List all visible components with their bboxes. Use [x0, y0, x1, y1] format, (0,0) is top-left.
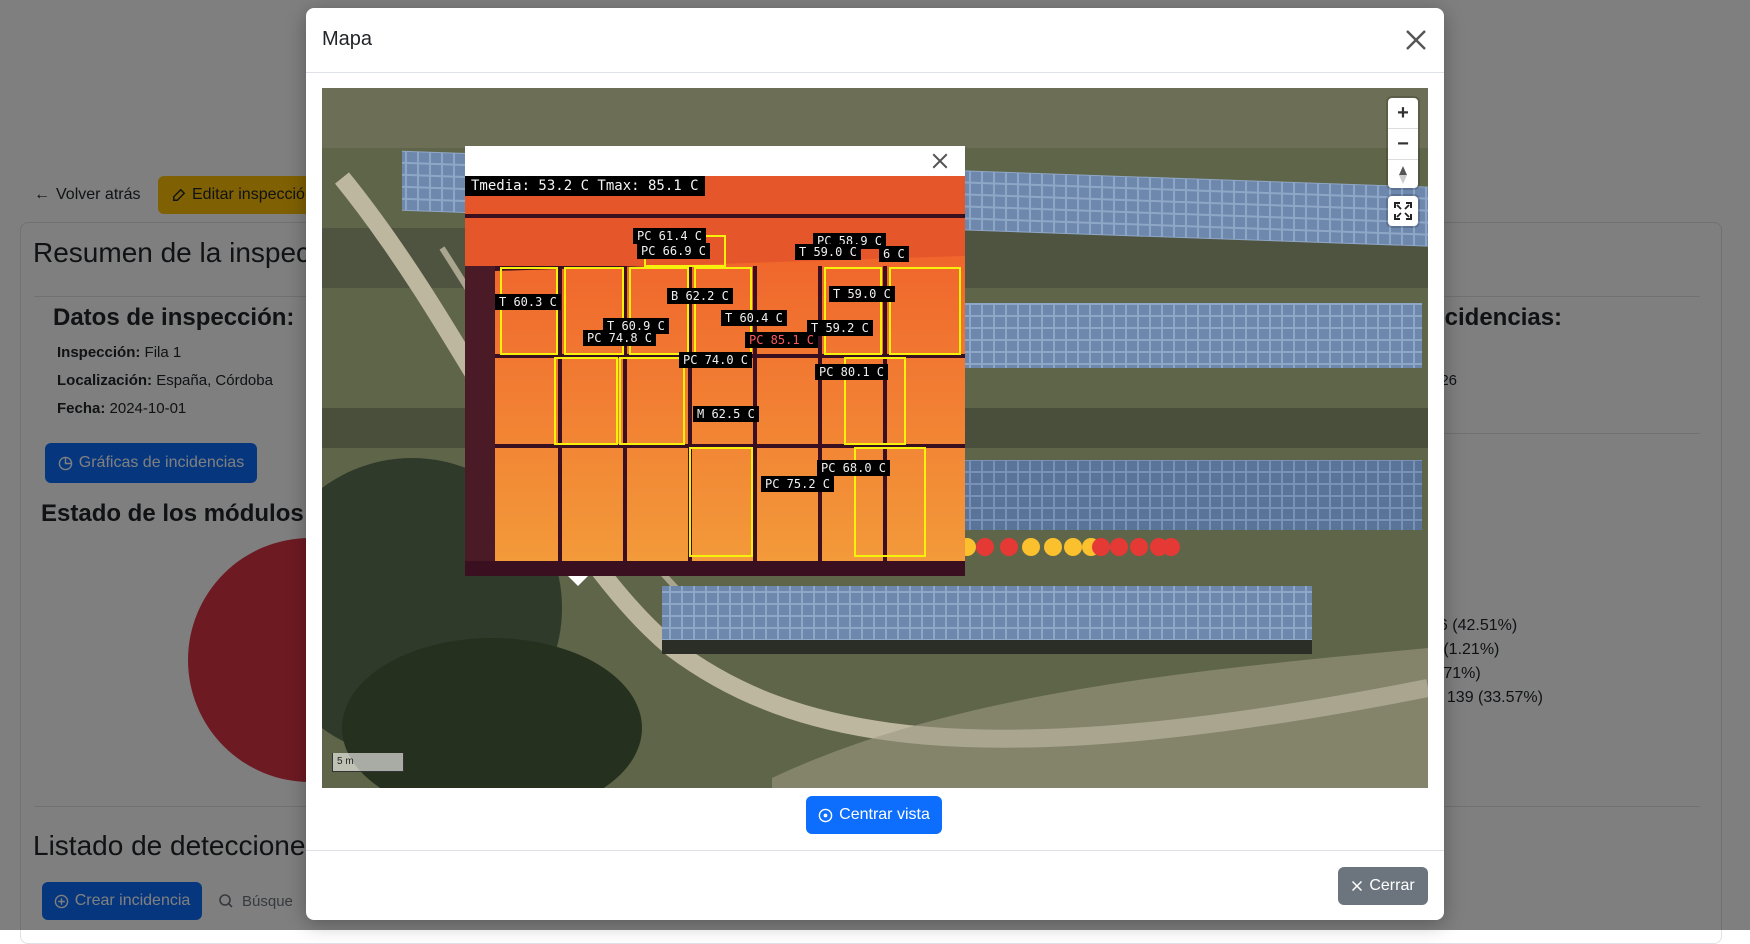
- close-label: Cerrar: [1369, 877, 1415, 894]
- zoom-in-button[interactable]: +: [1388, 98, 1418, 129]
- fullscreen-icon: [1394, 202, 1412, 220]
- map-modal: Mapa Tmedia: 53.2 C Tmax: 85.1 C PC 61.4…: [306, 8, 1444, 920]
- incident-marker[interactable]: [1000, 538, 1018, 556]
- modal-title: Mapa: [322, 28, 373, 50]
- modal-header: Mapa: [306, 8, 1444, 73]
- popup-close-icon[interactable]: [931, 152, 949, 170]
- close-modal-button[interactable]: Cerrar: [1338, 867, 1428, 905]
- compass-reset-button[interactable]: [1388, 160, 1418, 190]
- incident-marker[interactable]: [976, 538, 994, 556]
- incident-marker[interactable]: [1110, 538, 1128, 556]
- thermal-label: 6 C: [879, 246, 909, 262]
- map-view[interactable]: Tmedia: 53.2 C Tmax: 85.1 C PC 61.4 C PC …: [322, 88, 1428, 788]
- thermal-label: PC 68.0 C: [817, 460, 891, 476]
- incident-marker[interactable]: [1130, 538, 1148, 556]
- scale-bar: 5 m: [332, 753, 404, 772]
- thermal-label: T 59.0 C: [795, 244, 861, 260]
- compass-icon: [1399, 166, 1407, 184]
- center-view-button[interactable]: Centrar vista: [806, 796, 942, 834]
- incident-marker[interactable]: [1064, 538, 1082, 556]
- incident-marker[interactable]: [1162, 538, 1180, 556]
- incident-marker[interactable]: [1092, 538, 1110, 556]
- zoom-control: + −: [1388, 98, 1418, 188]
- crosshair-icon: [818, 808, 833, 822]
- thermal-panels: [465, 176, 965, 576]
- close-icon: [1352, 880, 1363, 892]
- thermal-temp-summary: Tmedia: 53.2 C Tmax: 85.1 C: [465, 176, 705, 196]
- thermal-label: PC 80.1 C: [815, 364, 889, 380]
- thermal-popup: Tmedia: 53.2 C Tmax: 85.1 C PC 61.4 C PC …: [465, 146, 965, 576]
- close-icon[interactable]: [1404, 28, 1428, 52]
- center-view-label: Centrar vista: [839, 806, 930, 823]
- thermal-label: T 60.3 C: [495, 294, 561, 310]
- thermal-label: M 62.5 C: [693, 406, 759, 422]
- incident-marker[interactable]: [1044, 538, 1062, 556]
- thermal-label: T 60.4 C: [721, 310, 787, 326]
- thermal-label: PC 75.2 C: [761, 476, 835, 492]
- popup-pointer: [568, 576, 588, 586]
- thermal-label: PC 74.8 C: [583, 330, 657, 346]
- modal-footer-divider: [306, 850, 1444, 851]
- thermal-label: B 62.2 C: [667, 288, 733, 304]
- thermal-label: T 59.0 C: [829, 286, 895, 302]
- fullscreen-button[interactable]: [1388, 196, 1418, 226]
- thermal-label: PC 66.9 C: [637, 243, 711, 259]
- thermal-image: Tmedia: 53.2 C Tmax: 85.1 C PC 61.4 C PC …: [465, 176, 965, 576]
- incident-marker[interactable]: [1022, 538, 1040, 556]
- thermal-label: PC 85.1 C: [745, 332, 819, 348]
- zoom-out-button[interactable]: −: [1388, 129, 1418, 160]
- thermal-label: PC 61.4 C: [633, 228, 707, 244]
- thermal-label: PC 74.0 C: [679, 352, 753, 368]
